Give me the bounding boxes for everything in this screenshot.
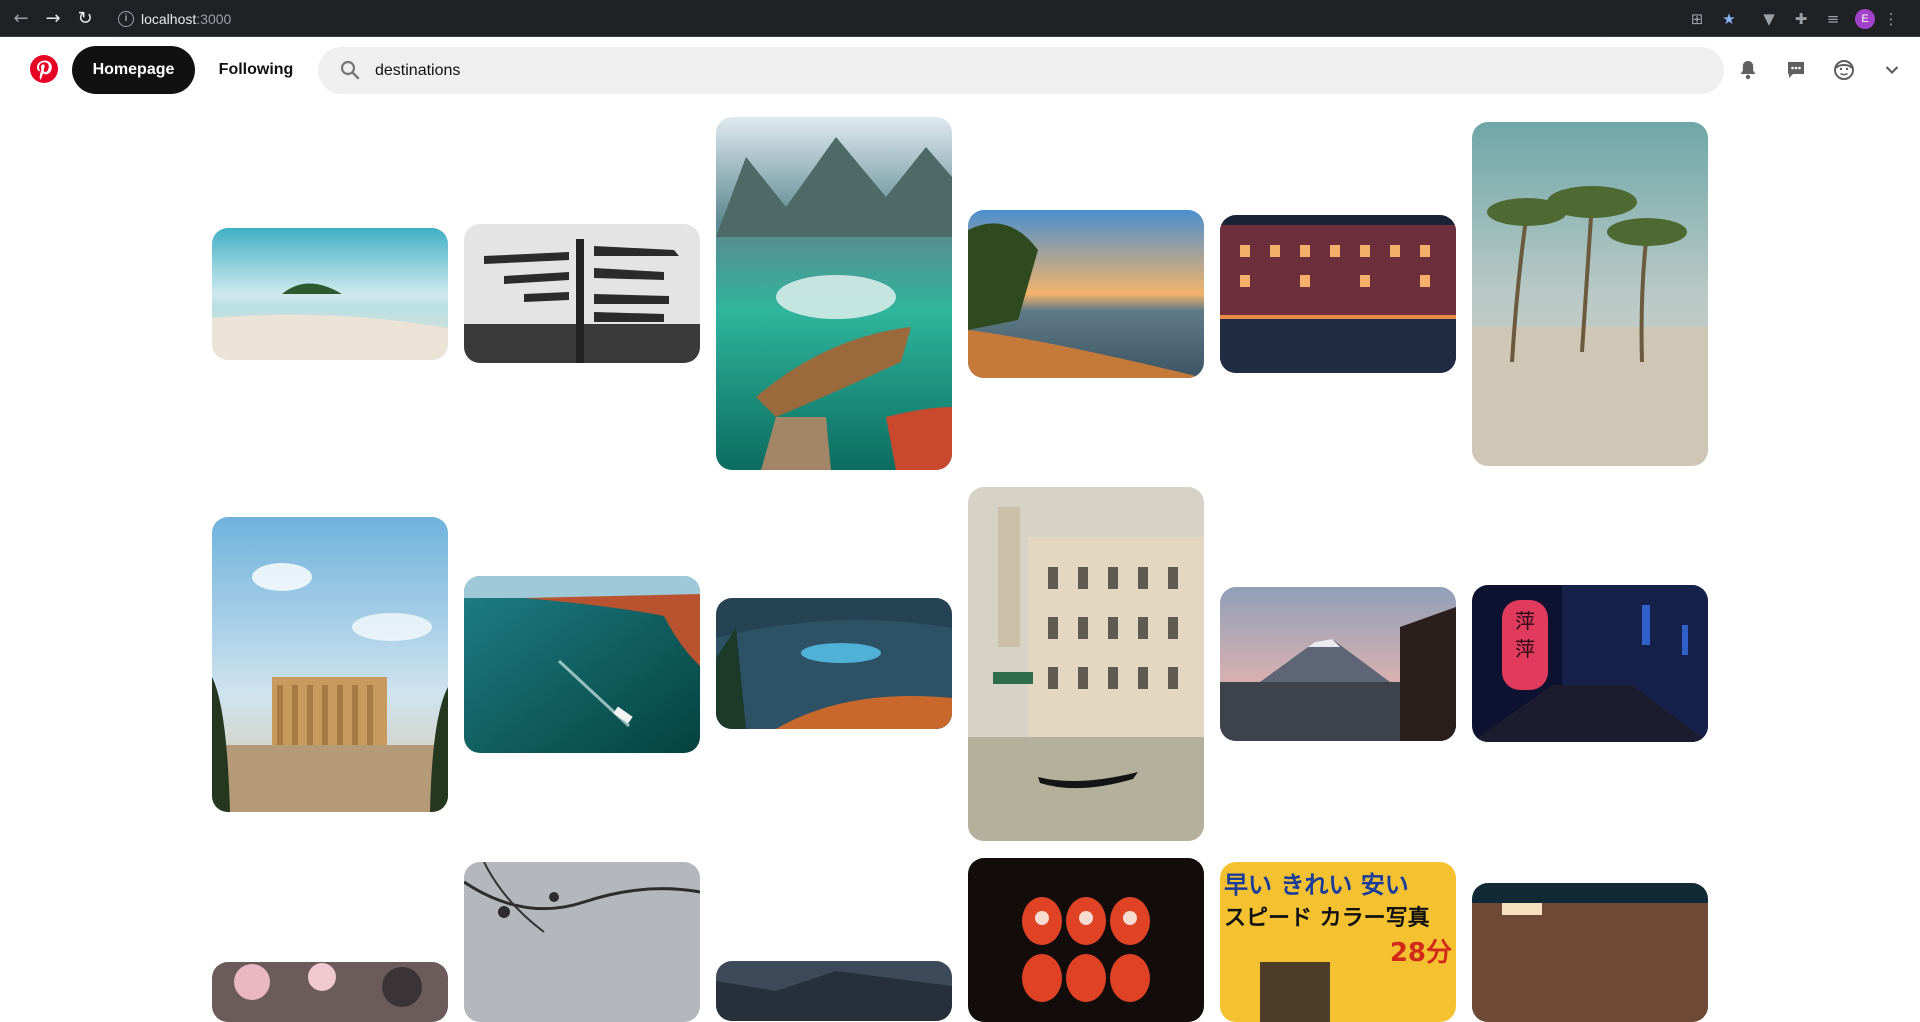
extensions-puzzle-icon[interactable]: ✚ xyxy=(1791,9,1811,29)
neon-sign-line-2: 萍 xyxy=(1515,637,1535,661)
pin-japanese-sign[interactable]: 早い きれい 安い スピード カラー写真 28分 xyxy=(1220,862,1456,1022)
pin-neon-alley[interactable]: 萍 萍 xyxy=(1472,585,1708,742)
app-header: Homepage Following xyxy=(0,38,1920,102)
pin-red-lanterns[interactable] xyxy=(968,858,1204,1022)
pin-cherry-blossom[interactable] xyxy=(212,962,448,1022)
pin-lake-boat[interactable] xyxy=(716,117,952,470)
pin-mountain-lake[interactable] xyxy=(716,598,952,729)
messages-icon[interactable] xyxy=(1780,54,1812,86)
homepage-button[interactable]: Homepage xyxy=(72,46,195,94)
reading-list-icon[interactable]: ≡ xyxy=(1823,9,1843,29)
pin-parthenon[interactable] xyxy=(212,517,448,812)
profile-icon[interactable] xyxy=(1828,54,1860,86)
translate-icon[interactable]: ⊞ xyxy=(1687,9,1707,29)
sign-line-2: スピード カラー写真 xyxy=(1224,906,1430,931)
pinterest-logo-icon[interactable] xyxy=(30,55,58,83)
pin-dusk-trees[interactable] xyxy=(716,961,952,1021)
search-bar[interactable] xyxy=(318,47,1724,94)
pin-lantern-street[interactable] xyxy=(1472,883,1708,1022)
extension-v-icon[interactable]: ▼ xyxy=(1759,9,1779,29)
address-bar[interactable]: i localhost:3000 xyxy=(108,5,1618,33)
profile-avatar[interactable]: E xyxy=(1855,9,1875,29)
pin-canal-town-night[interactable] xyxy=(1220,215,1456,373)
url-text: localhost:3000 xyxy=(141,11,232,27)
reload-icon[interactable]: ↻ xyxy=(74,8,96,30)
pin-mount-fuji[interactable] xyxy=(1220,587,1456,741)
search-icon xyxy=(340,60,360,80)
pin-coast-ship[interactable] xyxy=(464,576,700,753)
back-icon[interactable]: ← xyxy=(10,8,32,30)
bell-icon[interactable] xyxy=(1732,54,1764,86)
browser-toolbar: ← → ↻ i localhost:3000 ⊞ ★ ▼ ✚ ≡ E ⋮ xyxy=(0,0,1920,37)
neon-sign-line-1: 萍 xyxy=(1515,609,1535,633)
pin-venice-gondola[interactable] xyxy=(968,487,1204,841)
chevron-down-icon[interactable] xyxy=(1876,54,1908,86)
sign-line-3: 28分 xyxy=(1389,938,1452,968)
pin-branches-temple[interactable] xyxy=(464,862,700,1022)
forward-icon[interactable]: → xyxy=(42,8,64,30)
following-button[interactable]: Following xyxy=(203,46,309,94)
pin-sunset-beach[interactable] xyxy=(968,210,1204,378)
search-input[interactable] xyxy=(375,47,1695,94)
pin-signpost[interactable] xyxy=(464,224,700,363)
pin-palm-beach[interactable] xyxy=(1472,122,1708,466)
browser-menu-icon[interactable]: ⋮ xyxy=(1881,9,1901,29)
pin-island-beach[interactable] xyxy=(212,228,448,360)
sign-line-1: 早い きれい 安い xyxy=(1224,871,1409,899)
bookmark-star-icon[interactable]: ★ xyxy=(1719,9,1739,29)
site-info-icon[interactable]: i xyxy=(118,11,134,27)
